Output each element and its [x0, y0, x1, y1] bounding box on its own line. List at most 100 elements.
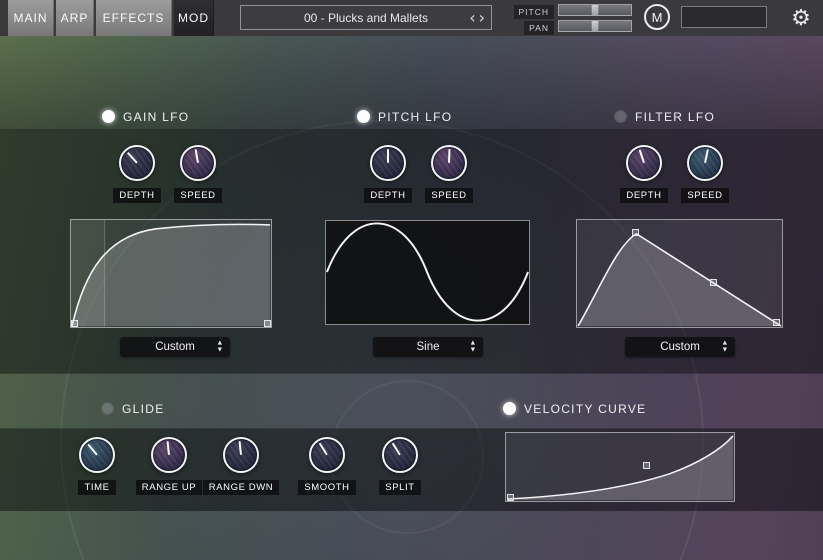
velocity-curve: [506, 433, 734, 501]
pitch-lfo-depth-label: DEPTH: [364, 188, 411, 203]
top-bar: MAIN ARP EFFECTS MOD 00 - Plucks and Mal…: [0, 0, 823, 36]
glide-range-dwn-label: RANGE DWN: [203, 480, 280, 495]
filter-lfo-curve-display[interactable]: [576, 219, 783, 328]
velocity-curve-toggle[interactable]: [503, 402, 516, 415]
knob-needle: [239, 441, 242, 455]
tab-effects[interactable]: EFFECTS: [96, 0, 172, 36]
pitch-lfo-toggle[interactable]: [357, 110, 370, 123]
level-meter: [681, 6, 767, 28]
glide-time: TIME: [65, 437, 129, 495]
filter-lfo-curve-select[interactable]: Custom ▲▼: [625, 337, 735, 357]
gain-lfo-curve-type: Custom: [155, 341, 195, 353]
filter-lfo-depth-label: DEPTH: [620, 188, 667, 203]
filter-lfo-toggle[interactable]: [614, 110, 627, 123]
glide-time-knob[interactable]: [79, 437, 115, 473]
glide-title: GLIDE: [122, 402, 165, 416]
pitch-lfo-depth-knob[interactable]: [370, 145, 406, 181]
knob-needle: [319, 443, 328, 456]
preset-name: 00 - Plucks and Mallets: [304, 11, 428, 25]
pitch-lfo-speed-label: SPEED: [425, 188, 472, 203]
gain-lfo-curve-select[interactable]: Custom ▲▼: [120, 337, 230, 357]
gain-lfo-depth: DEPTH: [105, 145, 169, 203]
filter-lfo-curve: [577, 220, 782, 327]
pitch-lfo-curve-select[interactable]: Sine ▲▼: [373, 337, 483, 357]
gain-lfo-depth-knob[interactable]: [119, 145, 155, 181]
glide-range-up: RANGE UP: [137, 437, 201, 495]
glide-range-dwn-knob[interactable]: [223, 437, 259, 473]
knob-needle: [195, 149, 199, 163]
panel-mid: [0, 374, 823, 428]
pitch-lfo-curve-type: Sine: [416, 341, 439, 353]
curve-handle[interactable]: [632, 229, 639, 236]
settings-gear-icon[interactable]: ⚙: [786, 2, 816, 34]
filter-lfo-curve-type: Custom: [660, 341, 700, 353]
pan-label: PAN: [524, 21, 554, 35]
knob-needle: [387, 149, 389, 163]
glide-split-label: SPLIT: [379, 480, 420, 495]
chevron-left-icon[interactable]: ‹: [469, 10, 475, 26]
glide-range-up-label: RANGE UP: [136, 480, 202, 495]
filter-lfo-title: FILTER LFO: [635, 110, 715, 124]
glide-time-label: TIME: [78, 480, 115, 495]
pitch-slider-handle[interactable]: [591, 5, 599, 15]
knob-needle: [167, 441, 170, 455]
glide-smooth-knob[interactable]: [309, 437, 345, 473]
knob-needle: [704, 149, 709, 163]
knob-needle: [87, 444, 98, 456]
knob-needle: [392, 443, 401, 456]
select-arrows-icon: ▲▼: [471, 341, 475, 353]
gain-lfo-depth-label: DEPTH: [113, 188, 160, 203]
filter-lfo-speed-label: SPEED: [681, 188, 728, 203]
tab-mod[interactable]: MOD: [174, 0, 214, 36]
filter-lfo-speed: SPEED: [673, 145, 737, 203]
pitch-lfo-depth: DEPTH: [356, 145, 420, 203]
pan-slider[interactable]: [558, 20, 632, 32]
select-arrows-icon: ▲▼: [723, 341, 727, 353]
curve-handle[interactable]: [773, 319, 780, 326]
glide-smooth: SMOOTH: [295, 437, 359, 495]
gain-lfo-title: GAIN LFO: [123, 110, 189, 124]
glide-range-dwn: RANGE DWN: [209, 437, 273, 495]
preset-selector[interactable]: 00 - Plucks and Mallets ‹ ›: [240, 5, 492, 30]
glide-range-up-knob[interactable]: [151, 437, 187, 473]
panel-bottom: [0, 511, 823, 560]
knob-needle: [448, 149, 450, 163]
velocity-curve-title: VELOCITY CURVE: [524, 402, 646, 416]
gain-lfo-curve-display[interactable]: [70, 219, 272, 328]
select-arrows-icon: ▲▼: [218, 341, 222, 353]
pitch-label: PITCH: [514, 5, 555, 19]
pitch-slider[interactable]: [558, 4, 632, 16]
pitch-lfo-speed: SPEED: [417, 145, 481, 203]
curve-handle[interactable]: [507, 494, 514, 501]
mono-button[interactable]: M: [644, 4, 670, 30]
knob-needle: [127, 152, 138, 164]
curve-handle[interactable]: [643, 462, 650, 469]
gain-lfo-speed-label: SPEED: [174, 188, 221, 203]
curve-handle[interactable]: [71, 320, 78, 327]
filter-lfo-depth-knob[interactable]: [626, 145, 662, 181]
chevron-right-icon[interactable]: ›: [479, 10, 485, 26]
glide-toggle[interactable]: [101, 402, 114, 415]
tab-main[interactable]: MAIN: [8, 0, 54, 36]
gain-lfo-speed: SPEED: [166, 145, 230, 203]
pitch-lfo-curve-display[interactable]: [325, 220, 530, 325]
gain-lfo-curve: [71, 220, 271, 327]
gain-lfo-speed-knob[interactable]: [180, 145, 216, 181]
curve-handle[interactable]: [264, 320, 271, 327]
curve-handle[interactable]: [710, 279, 717, 286]
pan-slider-handle[interactable]: [591, 21, 599, 31]
velocity-curve-display[interactable]: [505, 432, 735, 502]
pitch-lfo-speed-knob[interactable]: [431, 145, 467, 181]
knob-needle: [639, 149, 645, 163]
glide-split-knob[interactable]: [382, 437, 418, 473]
tab-arp[interactable]: ARP: [56, 0, 94, 36]
pitch-lfo-title: PITCH LFO: [378, 110, 452, 124]
glide-smooth-label: SMOOTH: [298, 480, 355, 495]
pitch-lfo-curve: [326, 221, 529, 324]
filter-lfo-depth: DEPTH: [612, 145, 676, 203]
plugin-window: MAIN ARP EFFECTS MOD 00 - Plucks and Mal…: [0, 0, 823, 560]
preset-nav: ‹ ›: [469, 6, 485, 29]
gain-lfo-toggle[interactable]: [102, 110, 115, 123]
glide-split: SPLIT: [368, 437, 432, 495]
filter-lfo-speed-knob[interactable]: [687, 145, 723, 181]
